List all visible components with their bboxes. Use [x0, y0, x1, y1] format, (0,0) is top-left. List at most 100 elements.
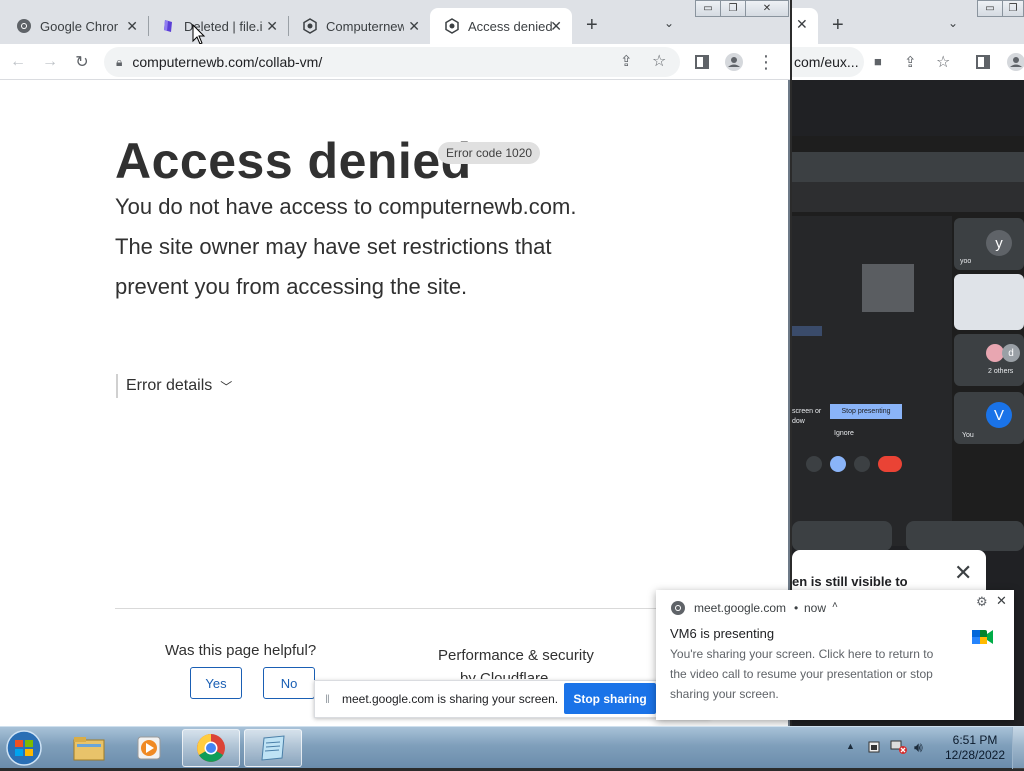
tab-label: Google Chrome [40, 18, 118, 34]
bookmark-star-icon[interactable]: ☆ [936, 52, 950, 72]
close-icon[interactable]: ✕ [126, 18, 138, 35]
more-options-icon[interactable] [854, 456, 870, 472]
taskbar-notepad[interactable] [244, 729, 302, 767]
clock-date: 12/28/2022 [944, 748, 1006, 762]
tab-label: Access denied [468, 18, 553, 34]
start-button[interactable] [4, 730, 44, 766]
tab-strip: ✕ + ⌄ ▭ ❐ [792, 0, 1024, 44]
notification-title: VM6 is presenting [670, 626, 775, 641]
media-player-icon [137, 736, 161, 760]
action-center-icon[interactable] [866, 739, 882, 760]
meet-notification[interactable]: meet.google.com • now ˄ ⚙ ✕ VM6 is prese… [656, 590, 1014, 720]
avatar: V [986, 402, 1012, 428]
error-code-badge: Error code 1020 [438, 142, 541, 164]
avatar: y [986, 230, 1012, 256]
tab-google-chrome[interactable]: Google Chrome ✕ [2, 8, 148, 44]
close-icon[interactable]: ✕ [954, 560, 972, 586]
cloudflare-link[interactable]: by Cloudflare [460, 670, 548, 679]
body-line-1: You do not have access to computernewb.c… [115, 194, 577, 219]
tab-file-io[interactable]: Deleted | file.io ✕ [146, 8, 288, 44]
maximize-button[interactable]: ❐ [1002, 0, 1024, 17]
profile-icon[interactable] [1006, 52, 1024, 77]
address-bar[interactable]: 🔒︎ computernewb.com/collab-vm/ ⇪ ☆ [104, 47, 680, 77]
close-icon[interactable]: ✕ [266, 18, 278, 35]
no-button[interactable]: No [263, 667, 315, 699]
chevron-up-icon[interactable]: ˄ [832, 600, 838, 611]
yes-button[interactable]: Yes [190, 667, 242, 699]
close-window-button[interactable]: ✕ [745, 0, 789, 17]
close-icon[interactable]: ✕ [550, 18, 562, 35]
tab-access-denied[interactable]: Access denied ✕ [430, 8, 572, 44]
body-line-2: The site owner may have set restrictions… [115, 234, 552, 259]
maximize-button[interactable]: ❐ [720, 0, 746, 17]
close-icon[interactable]: ✕ [796, 16, 808, 33]
volume-icon[interactable]: 🔊︎ [914, 739, 923, 756]
notification-body: You're sharing your screen. Click here t… [670, 647, 934, 701]
page-title: Access denied [115, 133, 472, 189]
clock-time: 6:51 PM [952, 733, 998, 747]
stop-sharing-button[interactable]: Stop sharing [564, 683, 656, 714]
gear-icon[interactable]: ⚙ [976, 594, 988, 610]
side-panel-icon[interactable] [692, 52, 712, 72]
tab-computernewb[interactable]: Computernewb ✕ [288, 8, 430, 44]
taskbar: ▲ 🔊︎ 6:51 PM 12/28/2022 [0, 726, 1024, 769]
error-details-toggle[interactable]: Error details ﹀ [116, 374, 232, 398]
url-text[interactable]: com/eux... [794, 54, 859, 70]
forward-icon[interactable]: → [40, 52, 60, 72]
cursor-icon [192, 24, 206, 45]
divider [115, 608, 675, 609]
share-icon[interactable]: ⇪ [620, 52, 633, 70]
meet-tile [906, 521, 1024, 551]
participant-tile: V You [954, 392, 1024, 444]
new-tab-button[interactable]: + [586, 14, 598, 37]
show-desktop-button[interactable] [1012, 727, 1024, 769]
profile-icon[interactable] [724, 52, 744, 72]
window-controls: ▭ ❐ [977, 0, 1024, 17]
camera-icon[interactable]: ■ [874, 54, 882, 69]
participant-screen-tile [954, 274, 1024, 330]
performance-security-label: Performance & security [438, 647, 594, 664]
computernewb-icon [302, 18, 318, 34]
error-details-label: Error details [126, 377, 213, 394]
minimize-button[interactable]: ▭ [977, 0, 1003, 17]
new-tab-button[interactable]: + [832, 14, 844, 37]
window-controls: ▭ ❐ ✕ [695, 0, 789, 17]
share-icon[interactable]: ⇪ [904, 53, 917, 71]
stop-presenting-button[interactable]: Stop presenting [830, 404, 902, 419]
taskbar-media-player[interactable] [120, 729, 178, 767]
notification-source: meet.google.com [694, 601, 787, 615]
close-icon[interactable]: ✕ [996, 593, 1007, 609]
meet-tile [792, 521, 892, 551]
folder-icon [73, 737, 105, 761]
ignore-text[interactable]: Ignore [834, 430, 854, 437]
reload-icon[interactable]: ↻ [72, 52, 92, 72]
close-icon[interactable]: ✕ [408, 18, 420, 35]
others-label: 2 others [988, 368, 1014, 375]
taskbar-explorer[interactable] [60, 729, 118, 767]
avatar: d [1002, 344, 1020, 362]
show-hidden-icons-icon[interactable]: ▲ [846, 741, 855, 751]
bookmark-star-icon[interactable]: ☆ [652, 51, 666, 71]
lock-icon: 🔒︎ [116, 54, 123, 69]
back-icon[interactable]: ← [8, 52, 28, 72]
end-call-icon[interactable] [878, 456, 902, 472]
chrome-icon [197, 734, 225, 762]
side-panel-icon[interactable] [976, 55, 990, 74]
tab-search-icon[interactable]: ⌄ [948, 16, 958, 30]
taskbar-chrome[interactable] [182, 729, 240, 767]
clock[interactable]: 6:51 PM 12/28/2022 [940, 733, 1010, 763]
tab-search-icon[interactable]: ⌄ [664, 16, 674, 30]
chrome-icon [16, 18, 32, 34]
minimize-button[interactable]: ▭ [695, 0, 721, 17]
notification-time: now [804, 601, 827, 615]
raise-hand-icon[interactable] [806, 456, 822, 472]
body-line-3: prevent you from accessing the site. [115, 274, 468, 299]
drag-handle-icon[interactable]: ‖ [325, 692, 330, 706]
google-meet-icon [972, 628, 994, 649]
network-icon[interactable] [890, 739, 908, 760]
helpful-question: Was this page helpful? [165, 642, 317, 659]
menu-icon[interactable]: ⋮ [756, 52, 776, 72]
toolbar: com/eux... ■ ⇪ ☆ [792, 44, 1024, 80]
present-icon[interactable] [830, 456, 846, 472]
url-text: computernewb.com/collab-vm/ [132, 54, 323, 70]
